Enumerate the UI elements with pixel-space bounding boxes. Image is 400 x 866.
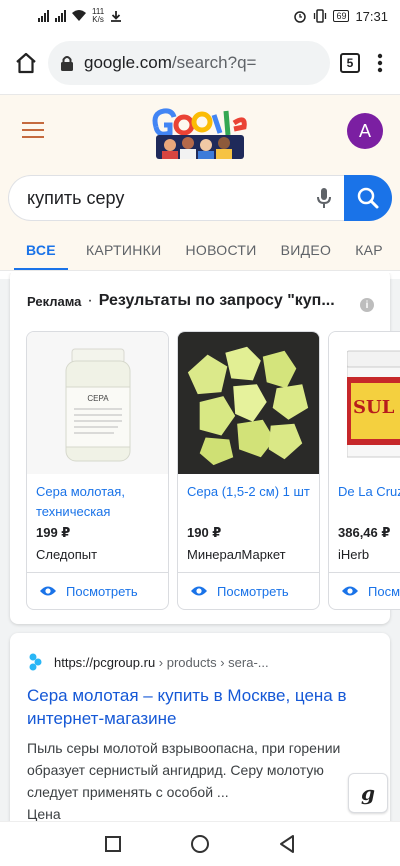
download-icon	[111, 11, 122, 22]
product-card[interactable]: Сера (1,5-2 см) 1 шт 190 ₽ МинералМаркет…	[177, 331, 320, 610]
eye-icon	[191, 586, 207, 596]
view-product-button[interactable]: Посм	[329, 572, 400, 609]
signal-icon	[38, 10, 49, 22]
wifi-icon	[72, 10, 86, 21]
jar-label-text: СЕРА	[87, 394, 109, 403]
product-image[interactable]	[178, 332, 319, 474]
home-circle-icon[interactable]	[190, 834, 210, 854]
results-area: Реклама · Результаты по запросу "куп... …	[0, 273, 400, 821]
product-card[interactable]: СЕРА Сера молотая, техническая 199 ₽ Сле…	[26, 331, 169, 610]
clock: 17:31	[355, 8, 388, 24]
search-tabs: ВСЕ КАРТИНКИ НОВОСТИ ВИДЕО КАР	[0, 227, 400, 271]
home-icon[interactable]	[14, 51, 38, 75]
alarm-icon	[294, 11, 307, 23]
signal-icon-2	[55, 10, 66, 22]
floating-google-button[interactable]: g	[348, 773, 388, 813]
snippet-next-line: Цена	[27, 806, 61, 821]
tab-images[interactable]: КАРТИНКИ	[74, 227, 174, 270]
google-doodle-logo[interactable]	[150, 105, 250, 161]
product-image[interactable]: СЕРА	[27, 332, 168, 474]
tab-news[interactable]: НОВОСТИ	[173, 227, 268, 270]
lock-icon[interactable]	[60, 55, 74, 71]
network-speed: 111 K/s	[92, 8, 104, 24]
battery-icon: 69	[333, 10, 350, 22]
result-snippet: Пыль серы молотой взрывоопасна, при горе…	[27, 737, 379, 821]
tab-switcher-button[interactable]: 5	[340, 53, 360, 73]
product-shop: МинералМаркет	[187, 547, 286, 562]
view-label: Посмотреть	[66, 583, 138, 599]
google-header: A	[0, 94, 400, 169]
snippet-text: Пыль серы молотой взрывоопасна, при горе…	[27, 740, 341, 800]
browser-toolbar: google.com/search?q= 5	[0, 32, 400, 94]
sulfur-jar-image: СЕРА	[65, 348, 130, 462]
recents-icon[interactable]	[104, 835, 122, 853]
search-row: купить серу	[0, 169, 400, 227]
organic-result-card: https://pcgroup.ru › products › sera-...…	[10, 633, 390, 821]
jar3-label-text: SUL	[353, 397, 395, 418]
view-label: Посм	[368, 583, 400, 599]
result-title-link[interactable]: Сера молотая – купить в Москве, цена в и…	[27, 684, 377, 730]
result-domain: https://pcgroup.ru	[54, 654, 156, 670]
microphone-icon[interactable]	[316, 187, 332, 209]
site-favicon-icon	[29, 653, 42, 671]
product-carousel[interactable]: СЕРА Сера молотая, техническая 199 ₽ Сле…	[26, 331, 400, 611]
product-name[interactable]: Сера (1,5-2 см) 1 шт	[178, 474, 319, 521]
sulfur-crystals-image	[178, 332, 319, 474]
view-label: Посмотреть	[217, 583, 289, 599]
ointment-jar-image: SUL	[347, 350, 400, 458]
vibrate-icon	[314, 9, 327, 23]
product-name[interactable]: De La Cruz мазь, лече	[329, 474, 400, 521]
shopping-ads-card: Реклама · Результаты по запросу "куп... …	[10, 273, 400, 624]
tab-count: 5	[346, 56, 354, 70]
product-price: 386,46 ₽	[338, 525, 391, 540]
search-button[interactable]	[344, 175, 392, 221]
ad-separator: ·	[87, 292, 93, 309]
ad-label: Реклама	[27, 293, 82, 309]
battery-level: 69	[336, 11, 347, 21]
eye-icon	[342, 586, 358, 596]
search-input[interactable]: купить серу	[8, 175, 344, 221]
address-bar[interactable]: google.com/search?q=	[48, 41, 330, 85]
product-name[interactable]: Сера молотая, техническая	[27, 474, 168, 521]
ads-header: Реклама · Результаты по запросу "куп...	[27, 292, 335, 310]
eye-icon	[40, 586, 56, 596]
product-shop: Следопыт	[36, 547, 98, 562]
product-shop: iHerb	[338, 547, 370, 562]
search-icon	[357, 187, 379, 209]
more-menu-icon[interactable]	[370, 51, 390, 75]
view-product-button[interactable]: Посмотреть	[178, 572, 319, 609]
product-price: 199 ₽	[36, 525, 71, 540]
avatar-letter: A	[358, 120, 371, 141]
speed-unit: K/s	[92, 15, 104, 24]
url-path: /search?q=	[171, 53, 257, 72]
account-avatar[interactable]: A	[347, 113, 383, 149]
product-image[interactable]: SUL	[329, 332, 400, 474]
menu-icon[interactable]	[22, 122, 44, 143]
ads-title: Результаты по запросу "куп...	[98, 292, 335, 309]
view-product-button[interactable]: Посмотреть	[27, 572, 168, 609]
result-path: › products › sera-...	[158, 654, 269, 670]
result-url[interactable]: https://pcgroup.ru › products › sera-...	[27, 652, 269, 672]
g-glyph-icon: g	[361, 781, 375, 805]
back-icon[interactable]	[278, 834, 296, 854]
tab-video[interactable]: ВИДЕО	[269, 227, 344, 270]
system-navigation-bar	[0, 821, 400, 866]
search-query: купить серу	[27, 187, 125, 208]
url-domain: google.com	[84, 53, 172, 72]
info-icon[interactable]: i	[360, 298, 374, 312]
product-price: 190 ₽	[187, 525, 222, 540]
product-card[interactable]: SUL De La Cruz мазь, лече 386,46 ₽ iHerb…	[328, 331, 400, 610]
tab-maps[interactable]: КАР	[343, 227, 395, 270]
tab-all[interactable]: ВСЕ	[14, 227, 68, 270]
status-bar: 111 K/s 69 17:31	[0, 0, 400, 32]
